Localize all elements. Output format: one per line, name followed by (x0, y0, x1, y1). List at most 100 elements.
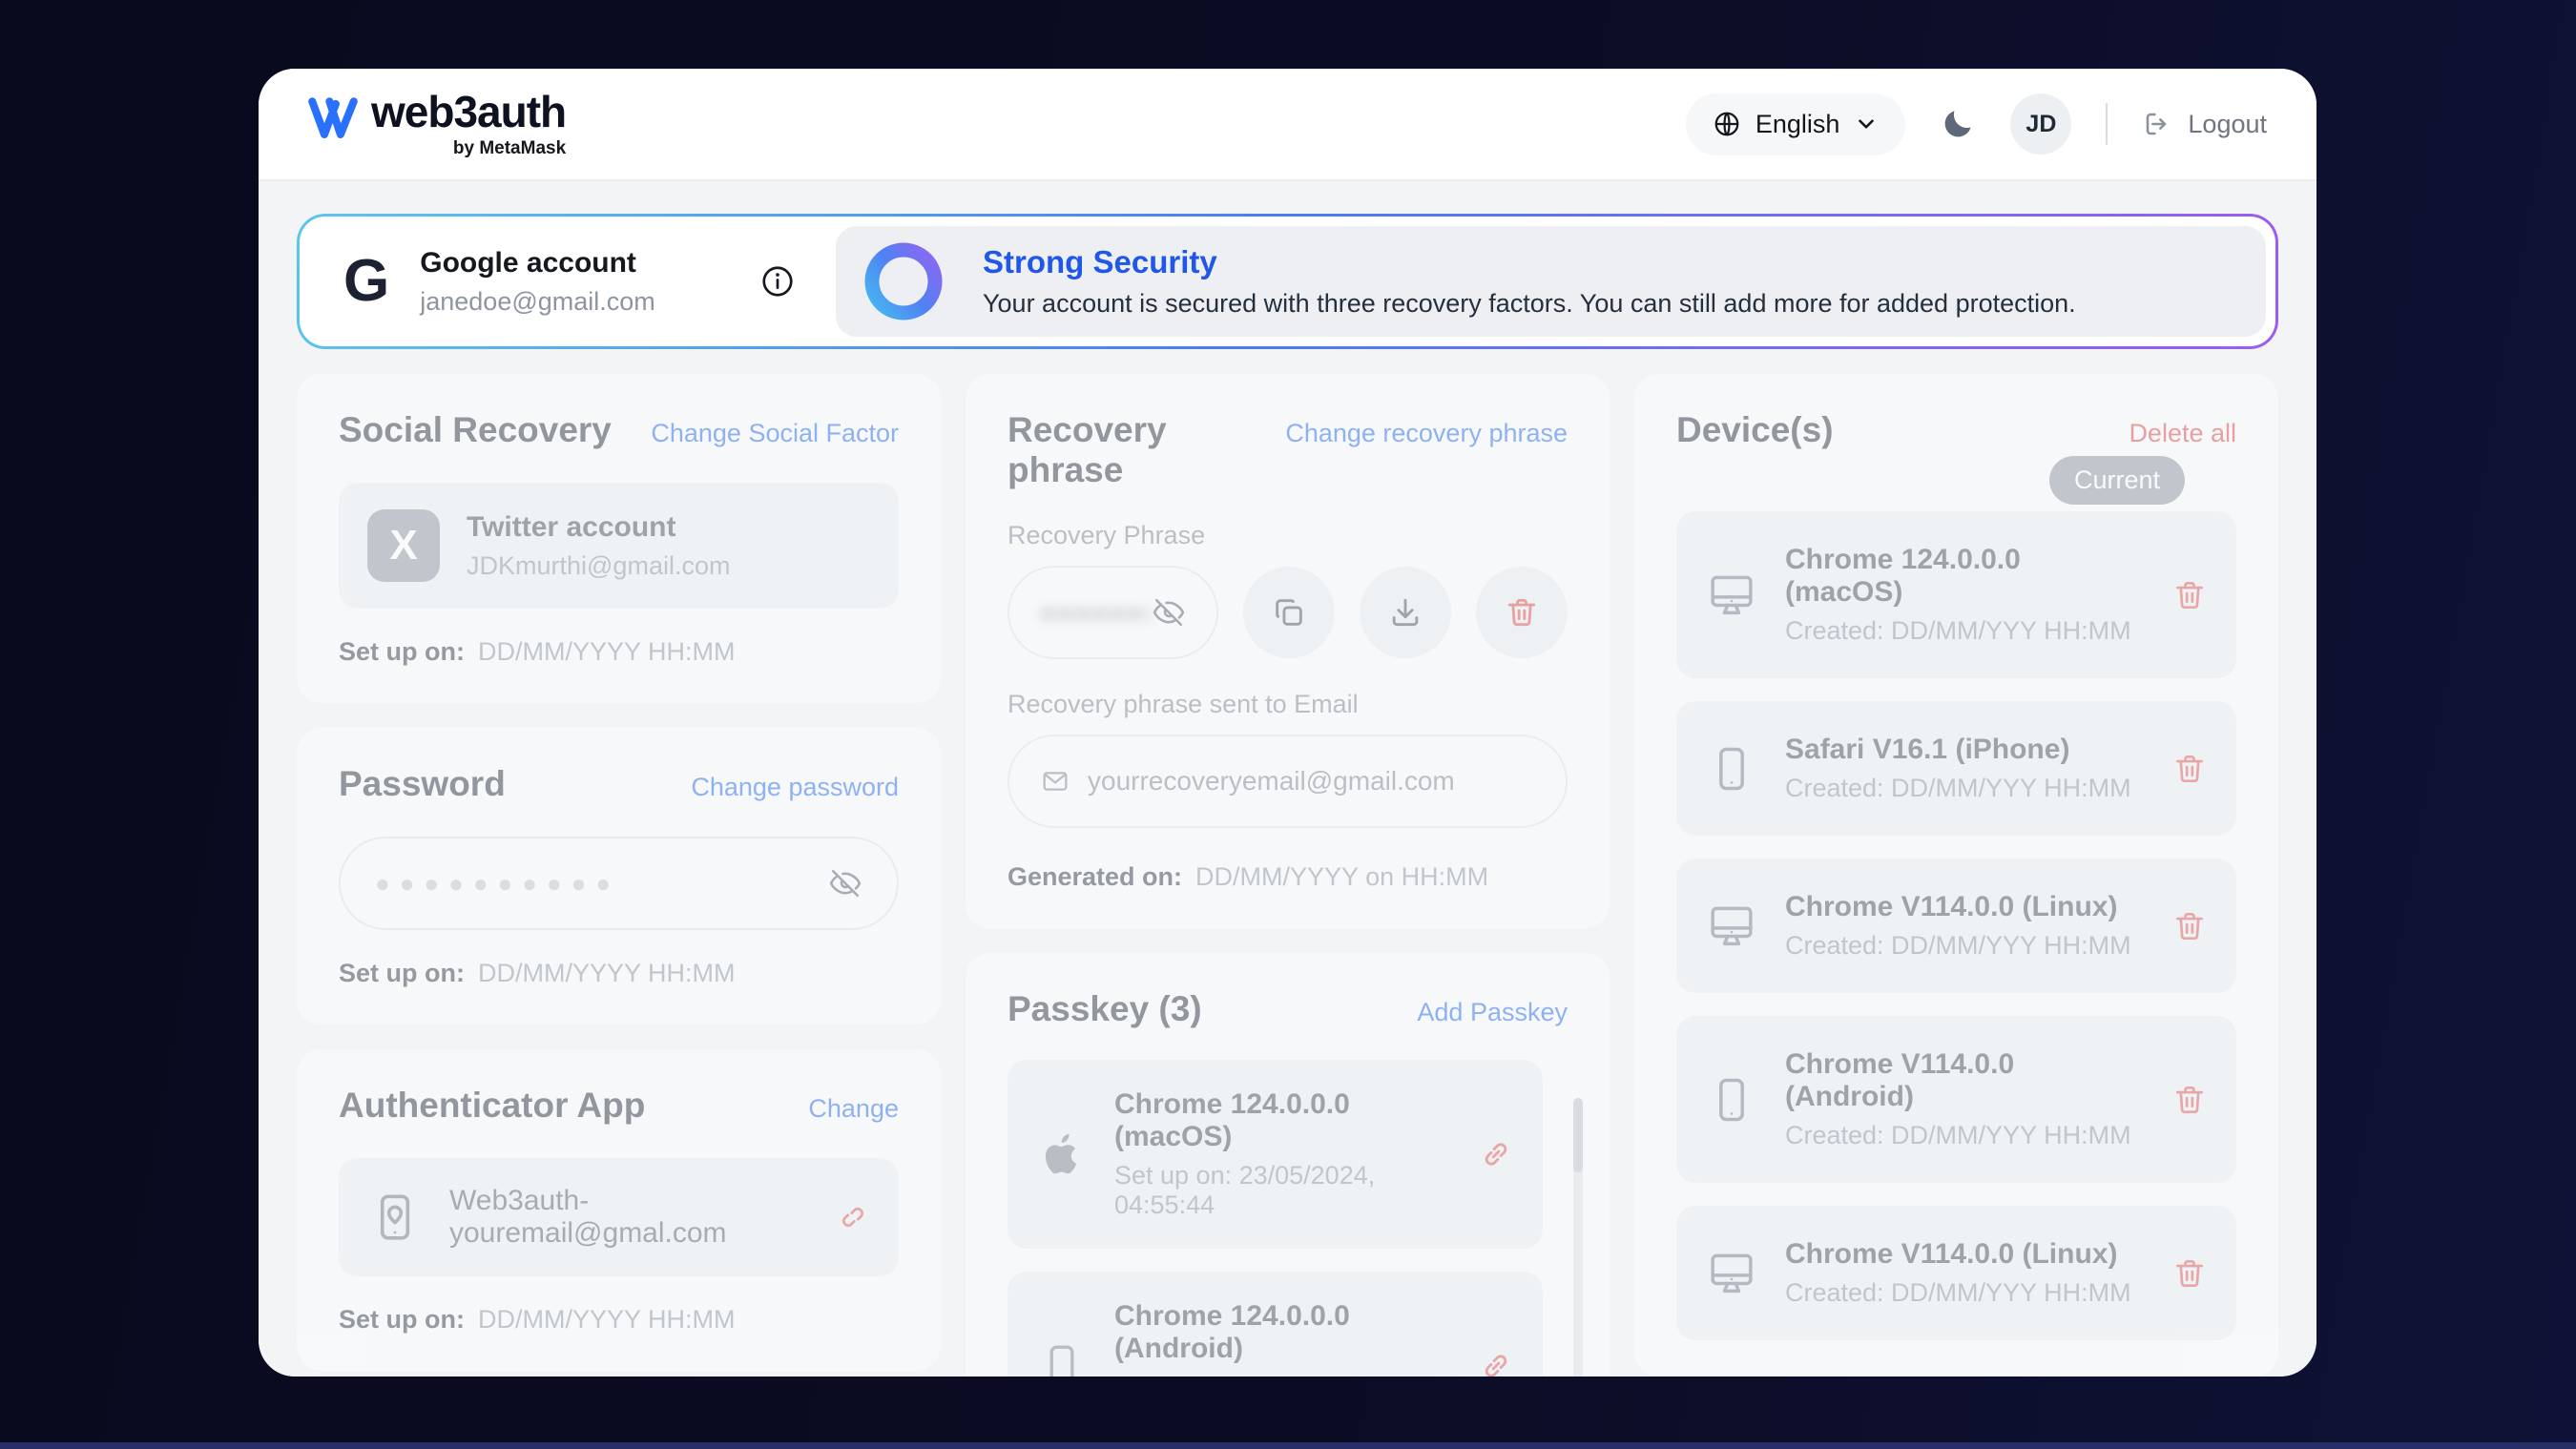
device-item-title: Safari V16.1 (iPhone) (1785, 734, 2131, 766)
devices-title: Device(s) (1676, 410, 1834, 450)
passkey-list: Chrome 124.0.0.0 (macOS) Set up on: 23/0… (1008, 1060, 1568, 1377)
generated-on-label: Generated on: (1008, 862, 1182, 892)
delete-device-icon[interactable] (2171, 1255, 2208, 1292)
main-card: web3auth by MetaMask English (259, 69, 2316, 1377)
language-selector[interactable]: English (1686, 93, 1906, 155)
content-area: G Google account janedoe@gmail.com (259, 181, 2316, 1377)
twitter-account-item: X Twitter account JDKmurthi@gmail.com (339, 483, 899, 609)
passkey-item: Chrome 124.0.0.0 (macOS) Set up on: 23/0… (1008, 1060, 1543, 1249)
delete-device-icon[interactable] (2171, 577, 2208, 613)
web3auth-logo-icon (308, 95, 358, 141)
recovery-email-input[interactable]: yourrecoveryemail@gmail.com (1008, 735, 1568, 828)
change-social-factor-link[interactable]: Change Social Factor (651, 419, 899, 448)
device-item-sub: Created: DD/MM/YYY HH:MM (1785, 931, 2131, 961)
unlink-passkey-icon[interactable] (1478, 1136, 1514, 1172)
phone-location-icon (367, 1190, 423, 1245)
device-item-sub: Created: DD/MM/YYY HH:MM (1785, 774, 2131, 803)
unlink-passkey-icon[interactable] (1478, 1348, 1514, 1377)
add-passkey-link[interactable]: Add Passkey (1417, 998, 1568, 1027)
bottom-glow-bar (0, 1442, 2576, 1449)
twitter-x-icon: X (367, 509, 440, 582)
passkey-title: Passkey (3) (1008, 989, 1202, 1029)
desktop-icon (1705, 569, 1758, 622)
authenticator-app-card: Authenticator App Change Web3auth-yourem… (297, 1049, 941, 1371)
device-item-title: Chrome 124.0.0.0 (macOS) (1785, 544, 2145, 609)
social-setup-label: Set up on: (339, 637, 465, 667)
password-setup-label: Set up on: (339, 959, 465, 988)
device-item-sub: Created: DD/MM/YYY HH:MM (1785, 616, 2145, 646)
toggle-password-visibility-icon[interactable] (828, 866, 862, 900)
account-email: janedoe@gmail.com (420, 287, 655, 317)
unlink-authenticator-icon[interactable] (836, 1200, 870, 1234)
dark-mode-toggle-moon-icon[interactable] (1940, 106, 1976, 142)
delete-phrase-button[interactable] (1476, 567, 1568, 658)
chevron-down-icon (1854, 112, 1879, 136)
twitter-account-label: Twitter account (467, 511, 730, 544)
logout-label: Logout (2188, 110, 2267, 139)
authenticator-setup-value: DD/MM/YYYY HH:MM (478, 1305, 736, 1335)
copy-phrase-button[interactable] (1243, 567, 1335, 658)
device-item: Chrome V114.0.0 (Android) Created: DD/MM… (1676, 1016, 2236, 1183)
phone-icon (1036, 1340, 1088, 1377)
authenticator-title: Authenticator App (339, 1086, 645, 1126)
page-background: web3auth by MetaMask English (0, 0, 2576, 1449)
info-icon[interactable] (759, 263, 796, 300)
logo-text: web3auth (371, 90, 566, 134)
logout-button[interactable]: Logout (2142, 109, 2267, 139)
device-item-sub: Created: DD/MM/YYY HH:MM (1785, 1121, 2145, 1150)
change-recovery-phrase-link[interactable]: Change recovery phrase (1285, 419, 1568, 448)
user-avatar[interactable]: JD (2010, 93, 2071, 155)
device-item-title: Chrome V114.0.0 (Linux) (1785, 891, 2131, 923)
passkey-item-title: Chrome 124.0.0.0 (Android) (1114, 1300, 1451, 1365)
device-item: Chrome V114.0.0 (Linux) Created: DD/MM/Y… (1676, 859, 2236, 993)
passkey-scrollbar-track (1573, 1098, 1583, 1377)
recovery-email-label: Recovery phrase sent to Email (1008, 690, 1568, 719)
recovery-phrase-masked-value: ●●●●●●●●●●●● (1040, 598, 1152, 628)
download-phrase-button[interactable] (1360, 567, 1451, 658)
recovery-phrase-label: Recovery Phrase (1008, 521, 1568, 550)
device-item-sub: Created: DD/MM/YYY HH:MM (1785, 1278, 2131, 1308)
change-authenticator-link[interactable]: Change (808, 1094, 899, 1124)
passkey-item-sub: Set up on: 23/05/2024, 04:55:44 (1114, 1161, 1451, 1220)
passkey-item: Chrome 124.0.0.0 (Android) Set up on: 23… (1008, 1272, 1543, 1377)
security-status-title: Strong Security (983, 244, 2076, 280)
phone-icon (1705, 1073, 1758, 1127)
header-divider (2106, 103, 2108, 145)
toggle-phrase-visibility-icon[interactable] (1152, 595, 1186, 630)
web3auth-logo: web3auth by MetaMask (308, 90, 566, 159)
avatar-initials: JD (2025, 111, 2056, 138)
passkey-scrollbar-thumb[interactable] (1573, 1098, 1583, 1172)
devices-card: Device(s) Delete all Current (1634, 374, 2278, 1377)
delete-all-devices-link[interactable]: Delete all (2129, 419, 2236, 448)
password-setup-value: DD/MM/YYYY HH:MM (478, 959, 736, 988)
password-title: Password (339, 764, 506, 804)
passkey-item-sub: Set up on: 23/05/2024, 04:55:44 (1114, 1373, 1451, 1377)
password-input[interactable]: ●●●●●●●●●● (339, 837, 899, 930)
device-item: Chrome 124.0.0.0 (macOS) Created: DD/MM/… (1676, 511, 2236, 678)
device-item: Chrome V114.0.0 (Linux) Created: DD/MM/Y… (1676, 1206, 2236, 1340)
authenticator-account: Web3auth-youremail@gmal.com (449, 1185, 809, 1250)
globe-icon (1713, 110, 1741, 138)
phone-icon (1705, 742, 1758, 796)
current-device-badge: Current (2049, 456, 2185, 505)
devices-list: Chrome 124.0.0.0 (macOS) Created: DD/MM/… (1676, 511, 2236, 1340)
twitter-account-email: JDKmurthi@gmail.com (467, 551, 730, 581)
recovery-phrase-input[interactable]: ●●●●●●●●●●●● (1008, 566, 1218, 659)
security-status-description: Your account is secured with three recov… (983, 289, 2076, 319)
authenticator-item: Web3auth-youremail@gmal.com (339, 1158, 899, 1276)
social-recovery-title: Social Recovery (339, 410, 612, 450)
desktop-icon (1705, 1247, 1758, 1300)
social-setup-value: DD/MM/YYYY HH:MM (478, 637, 736, 667)
trash-icon (1504, 594, 1540, 631)
delete-device-icon[interactable] (2171, 751, 2208, 787)
security-strength-ring-icon (861, 238, 946, 324)
logo-subtext: by MetaMask (453, 138, 566, 159)
download-icon (1387, 594, 1423, 631)
security-status-panel: Strong Security Your account is secured … (836, 226, 2266, 337)
delete-device-icon[interactable] (2171, 908, 2208, 944)
change-password-link[interactable]: Change password (691, 773, 899, 802)
passkey-card: Passkey (3) Add Passkey Chrome 124.0. (966, 953, 1610, 1377)
password-card: Password Change password ●●●●●●●●●● (297, 728, 941, 1025)
delete-device-icon[interactable] (2171, 1082, 2208, 1118)
logout-icon (2142, 109, 2172, 139)
